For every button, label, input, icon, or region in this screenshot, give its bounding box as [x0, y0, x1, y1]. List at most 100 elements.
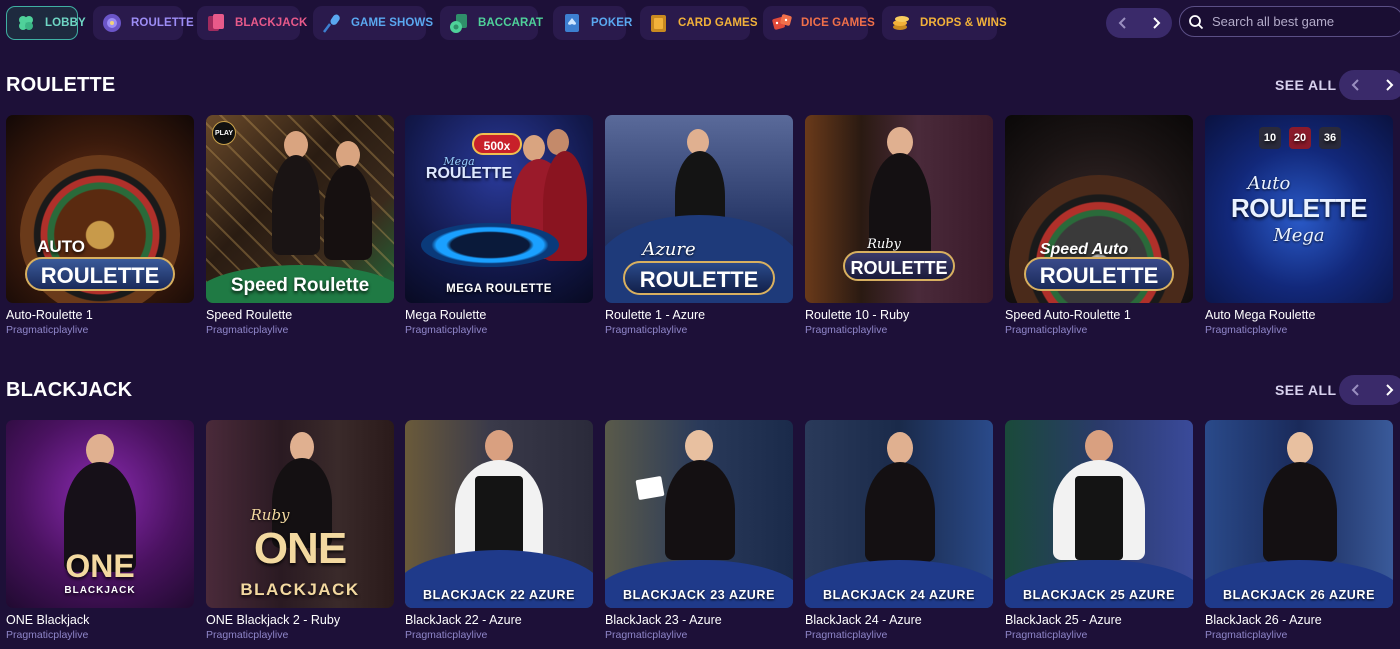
game-name: Mega Roulette — [405, 308, 487, 322]
art-text-sub: BLACKJACK — [64, 585, 136, 596]
game-card-blackjack-22-azure[interactable]: BLACKJACK 22 AZURE BlackJack 22 - Azure … — [405, 420, 593, 641]
chevron-left-icon — [1351, 384, 1359, 396]
microphone-icon — [321, 12, 343, 34]
game-provider: Pragmaticplaylive — [1205, 629, 1288, 641]
dealer-head-art — [1287, 432, 1313, 464]
art-text-top: Ruby — [867, 237, 901, 252]
art-text-top: Auto — [1247, 173, 1291, 194]
nav-item-label: CARD GAMES — [678, 17, 758, 29]
game-thumbnail: BLACKJACK 26 AZURE — [1205, 420, 1393, 608]
art-text-main: MEGA ROULETTE — [446, 283, 552, 295]
nav-item-blackjack[interactable]: BLACKJACK — [197, 6, 307, 40]
dealer-figure-art — [1263, 462, 1337, 562]
game-thumbnail: BLACKJACK 24 AZURE — [805, 420, 993, 608]
game-thumbnail: Ruby ROULETTE — [805, 115, 993, 303]
art-text-main: ONE — [65, 548, 135, 584]
nav-item-label: GAME SHOWS — [351, 17, 434, 29]
art-text-main: BLACKJACK 26 AZURE — [1222, 588, 1376, 602]
game-name: BlackJack 26 - Azure — [1205, 613, 1322, 627]
art-text-main: Speed Roulette — [230, 275, 370, 296]
spade-card-icon — [561, 12, 583, 34]
game-provider: Pragmaticplaylive — [605, 629, 688, 641]
game-provider: Pragmaticplaylive — [1005, 629, 1088, 641]
game-name: Roulette 10 - Ruby — [805, 308, 910, 322]
art-text-main: BLACKJACK 23 AZURE — [622, 588, 776, 602]
chip-icon — [448, 12, 470, 34]
nav-item-card-games[interactable]: CARD GAMES — [640, 6, 757, 40]
nav-item-dice-games[interactable]: DICE GAMES — [763, 6, 875, 40]
search-input[interactable] — [1212, 14, 1392, 29]
game-card-auto-mega-roulette[interactable]: 10 20 36 Auto ROULETTE Mega Auto Mega Ro… — [1205, 115, 1393, 336]
game-name: ONE Blackjack — [6, 613, 90, 627]
nav-prev-button[interactable] — [1110, 10, 1136, 36]
game-card-roulette-1-azure[interactable]: Azure ROULETTE Roulette 1 - Azure Pragma… — [605, 115, 793, 336]
nav-item-drops-wins[interactable]: DROPS & WINS — [882, 6, 1007, 40]
art-text-top: Ruby — [250, 506, 290, 524]
blackjack-prev-button[interactable] — [1343, 377, 1369, 403]
dealer-vest-art — [475, 476, 523, 560]
nav-item-lobby[interactable]: LOBBY — [6, 6, 86, 40]
blackjack-pager — [1339, 375, 1400, 405]
game-provider: Pragmaticplaylive — [6, 324, 89, 336]
nav-item-poker[interactable]: POKER — [553, 6, 632, 40]
cards-icon — [205, 12, 227, 34]
game-provider: Pragmaticplaylive — [6, 629, 89, 641]
game-name: BlackJack 24 - Azure — [805, 613, 922, 627]
game-card-one-blackjack[interactable]: ONE BLACKJACK ONE Blackjack Pragmaticpla… — [6, 420, 194, 641]
roulette-wheel-art — [421, 223, 559, 267]
art-text-main: ONE — [253, 524, 347, 573]
nav-next-button[interactable] — [1143, 10, 1169, 36]
section-title-blackjack: BLACKJACK — [6, 379, 133, 401]
game-thumbnail: 500x Mega ROULETTE MEGA ROULETTE — [405, 115, 593, 303]
nav-item-roulette[interactable]: ROULETTE — [93, 6, 194, 40]
nav-item-label: BACCARAT — [478, 17, 544, 29]
section-title-roulette: ROULETTE — [6, 74, 116, 96]
nav-item-label: DROPS & WINS — [920, 17, 1007, 29]
game-name: Auto Mega Roulette — [1205, 308, 1316, 322]
game-thumbnail: Speed Auto ROULETTE — [1005, 115, 1193, 303]
game-card-mega-roulette[interactable]: 500x Mega ROULETTE MEGA ROULETTE Mega Ro… — [405, 115, 593, 336]
nav-item-label: ROULETTE — [131, 17, 194, 29]
game-card-blackjack-25-azure[interactable]: BLACKJACK 25 AZURE BlackJack 25 - Azure … — [1005, 420, 1193, 641]
dealer-figure-art — [665, 460, 735, 560]
see-all-blackjack-link[interactable]: SEE ALL — [1275, 382, 1336, 398]
game-thumbnail: Azure ROULETTE — [605, 115, 793, 303]
game-card-blackjack-23-azure[interactable]: BLACKJACK 23 AZURE BlackJack 23 - Azure … — [605, 420, 793, 641]
dealer-head-art — [685, 430, 713, 462]
art-text-main: ROULETTE — [1230, 193, 1368, 223]
roulette-pager — [1339, 70, 1400, 100]
chevron-left-icon — [1351, 79, 1359, 91]
nav-item-label: POKER — [591, 17, 633, 29]
game-card-speed-auto-roulette-1[interactable]: Speed Auto ROULETTE Speed Auto-Roulette … — [1005, 115, 1193, 336]
nav-pager — [1106, 8, 1172, 38]
roulette-next-button[interactable] — [1376, 72, 1400, 98]
dealer-vest-art — [1075, 476, 1123, 560]
see-all-roulette-link[interactable]: SEE ALL — [1275, 77, 1336, 93]
game-card-blackjack-24-azure[interactable]: BLACKJACK 24 AZURE BlackJack 24 - Azure … — [805, 420, 993, 641]
game-thumbnail: AUTO ROULETTE — [6, 115, 194, 303]
art-text-main: BLACKJACK 24 AZURE — [822, 588, 976, 602]
category-nav: LOBBY ROULETTE BLACKJACK GAME SHOWS BACC… — [0, 0, 1400, 46]
game-provider: Pragmaticplaylive — [805, 629, 888, 641]
art-multiplier: 500x — [472, 133, 522, 155]
art-text-main: ROULETTE — [1024, 257, 1174, 291]
game-name: Speed Roulette — [206, 308, 293, 322]
nav-item-game-shows[interactable]: GAME SHOWS — [313, 6, 433, 40]
art-text-main: BLACKJACK 25 AZURE — [1022, 588, 1176, 602]
game-thumbnail: PLAY Speed Roulette — [206, 115, 394, 303]
art-number-20: 20 — [1289, 127, 1311, 149]
game-thumbnail: ONE BLACKJACK — [6, 420, 194, 608]
blackjack-next-button[interactable] — [1376, 377, 1400, 403]
game-card-auto-roulette-1[interactable]: AUTO ROULETTE Auto-Roulette 1 Pragmaticp… — [6, 115, 194, 336]
roulette-prev-button[interactable] — [1343, 72, 1369, 98]
art-number-36: 36 — [1319, 127, 1341, 149]
art-text-main: ROULETTE — [25, 257, 175, 291]
game-card-blackjack-26-azure[interactable]: BLACKJACK 26 AZURE BlackJack 26 - Azure … — [1205, 420, 1393, 641]
game-card-one-blackjack-2-ruby[interactable]: Ruby ONE BLACKJACK ONE Blackjack 2 - Rub… — [206, 420, 394, 641]
coins-icon — [890, 12, 912, 34]
game-card-roulette-10-ruby[interactable]: Ruby ROULETTE Roulette 10 - Ruby Pragmat… — [805, 115, 993, 336]
chevron-right-icon — [1385, 79, 1393, 91]
art-play-badge: PLAY — [212, 121, 236, 145]
game-card-speed-roulette[interactable]: PLAY Speed Roulette Speed Roulette Pragm… — [206, 115, 394, 336]
nav-item-baccarat[interactable]: BACCARAT — [440, 6, 543, 40]
